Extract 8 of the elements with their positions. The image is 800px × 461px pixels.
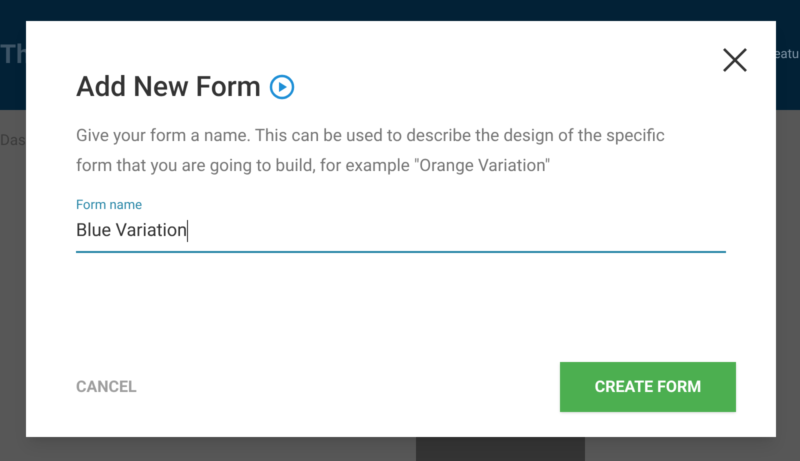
dialog-title: Add New Form: [76, 73, 261, 101]
create-form-button[interactable]: CREATE FORM: [560, 362, 736, 412]
field-value: Blue Variation: [76, 218, 188, 242]
play-icon[interactable]: [269, 74, 295, 100]
dialog-description: Give your form a name. This can be used to describe the design of the specific form that you are going to build, for example "Orange Variation": [76, 125, 666, 178]
form-name-field[interactable]: Form name Blue Variation: [76, 196, 726, 252]
text-cursor: [187, 220, 188, 242]
field-label: Form name: [76, 197, 144, 215]
